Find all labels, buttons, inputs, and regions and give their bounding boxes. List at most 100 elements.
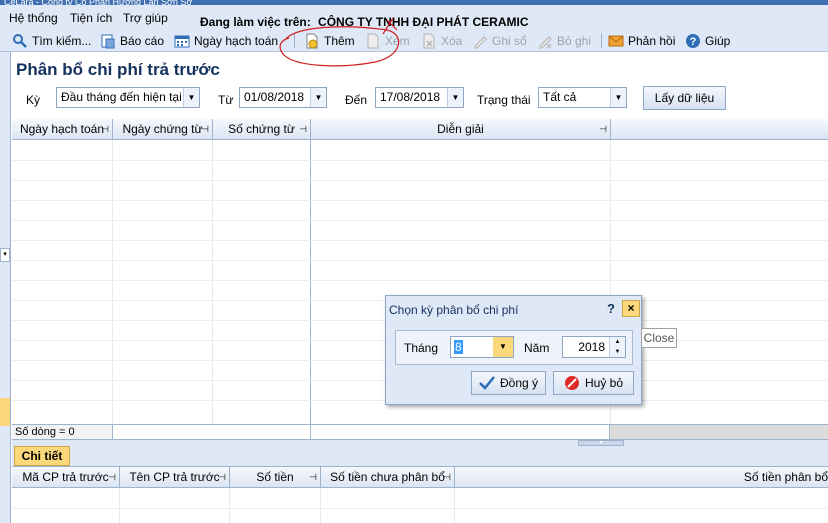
post-label: Ghi sổ [492,34,527,48]
column-header-posting-date[interactable]: Ngày hạch toán ⊣ [12,119,113,140]
dialog-help-button[interactable]: ? [607,301,615,316]
view-button[interactable]: Xem [365,32,410,50]
chevron-down-icon[interactable]: ▼ [183,88,199,107]
to-label: Đến [345,93,368,107]
pin-icon[interactable]: ⊣ [108,467,116,487]
fetch-data-label: Lấy dữ liệu [654,91,715,105]
status-select[interactable]: Tất cả ▼ [538,87,627,108]
toolbar-divider [294,33,295,48]
from-date-field[interactable]: 01/08/2018 ▼ [239,87,327,108]
pin-icon[interactable]: ⊣ [218,467,226,487]
unpost-button[interactable]: Bỏ ghi [537,32,591,50]
grid-row-line [12,180,828,181]
page-title: Phân bổ chi phí trả trước [16,60,220,79]
left-panel-highlight [0,398,10,426]
pin-icon[interactable]: ⊣ [309,467,317,487]
dialog-close-button[interactable]: × [622,300,640,317]
footer-cell [112,425,311,439]
column-header-description[interactable]: Diễn giải ⊣ [311,119,611,140]
detail-column-allocated[interactable]: Số tiền phân bổ [455,467,828,488]
pin-icon[interactable]: ⊣ [443,467,451,487]
period-label: Kỳ [26,93,41,107]
grid-row-line [12,508,828,509]
grid-column-line [112,140,113,425]
pin-icon[interactable]: ⊣ [101,119,109,139]
period-select[interactable]: Đầu tháng đến hiện tại ▼ [56,87,200,108]
svg-text:?: ? [690,36,697,48]
month-select[interactable]: 8 ▼ [450,336,514,358]
year-spinner[interactable]: 2018 ▲ ▼ [562,336,626,358]
grid-row-line [12,260,828,261]
to-date-field[interactable]: 17/08/2018 ▼ [375,87,464,108]
column-header-voucher-no[interactable]: Số chứng từ ⊣ [213,119,311,140]
column-header-label: Ngày hạch toán [19,122,105,136]
toolbar-divider [601,33,602,48]
pencil-icon [474,36,487,49]
unpost-label: Bỏ ghi [557,34,592,48]
cancel-button[interactable]: Huỷ bỏ [553,371,634,395]
footer-cell [610,425,828,439]
chevron-down-icon[interactable]: ▼ [447,88,463,107]
left-panel-edge[interactable]: ▾ [0,52,11,523]
detail-column-unallocated[interactable]: Số tiền chưa phân bổ ⊣ [321,467,455,488]
column-header-label: Số chứng từ [228,122,295,136]
add-document-icon [306,33,318,49]
column-header-label: Ngày chứng từ [122,122,203,136]
spin-down-icon[interactable]: ▼ [609,347,625,357]
view-label: Xem [385,34,410,48]
row-count: Số dòng = 0 [15,426,75,438]
search-button[interactable]: Tìm kiếm... [12,32,91,50]
detail-column-expense-code[interactable]: Mã CP trả trước ⊣ [12,467,120,488]
grid-column-line [119,488,120,523]
posting-date-button[interactable]: Ngày hạch toán [174,32,278,50]
fetch-data-button[interactable]: Lấy dữ liệu [643,86,726,110]
grid-column-line [454,488,455,523]
calendar-icon [174,35,190,48]
column-header-voucher-date[interactable]: Ngày chứng từ ⊣ [113,119,213,140]
add-button[interactable]: Thêm [304,32,355,50]
month-label: Tháng [404,341,439,355]
grid-column-line [310,140,311,425]
toolbar: Tìm kiếm... Báo cáo Ngày hạch toán Thêm … [0,29,828,52]
pin-icon[interactable]: ⊣ [201,119,209,139]
tab-detail[interactable]: Chi tiết [14,446,70,466]
grid-column-line [229,488,230,523]
column-header-label: Số tiền chưa phân bổ [330,470,445,484]
year-label: Năm [524,341,550,355]
column-header-empty [611,119,828,140]
grid-column-line [212,140,213,425]
chevron-down-icon[interactable]: ▼ [610,88,626,107]
menu-tien-ich[interactable]: Tiện ích [70,11,112,25]
workspace-label: Đang làm việc trên: CÔNG TY TNHH ĐẠI PHÁ… [200,15,529,29]
grid-row-line [12,280,828,281]
workspace-prefix: Đang làm việc trên: [200,15,311,29]
detail-column-amount[interactable]: Số tiền ⊣ [230,467,321,488]
delete-button[interactable]: Xóa [421,32,462,50]
feedback-label: Phản hồi [628,34,676,48]
grid-footer: Số dòng = 0 [12,424,828,440]
menu-tro-giup[interactable]: Trợ giúp [123,11,168,25]
month-value: 8 [454,340,463,354]
menu-he-thong[interactable]: Hệ thống [9,11,58,25]
post-button[interactable]: Ghi sổ [472,32,527,50]
search-label: Tìm kiếm... [32,34,92,48]
chevron-down-icon[interactable]: ▼ [310,88,326,107]
report-label: Báo cáo [120,34,165,48]
column-header-label: Số tiền [256,470,294,484]
help-button[interactable]: ? Giúp [685,32,730,50]
spin-up-icon[interactable]: ▲ [609,337,625,347]
from-label: Từ [218,93,234,107]
chevron-down-icon[interactable]: ▼ [493,337,513,357]
pin-icon[interactable]: ⊣ [599,119,607,139]
feedback-button[interactable]: Phản hồi [608,32,675,50]
detail-column-expense-name[interactable]: Tên CP trả trước ⊣ [120,467,230,488]
report-button[interactable]: Báo cáo [100,32,164,50]
year-value: 2018 [578,340,605,354]
posting-date-label: Ngày hạch toán [194,34,279,48]
left-collapse-arrow-icon[interactable]: ▾ [0,248,10,262]
ok-button[interactable]: Đồng ý [471,371,546,395]
cancel-icon [564,376,579,390]
column-header-label: Mã CP trả trước [22,470,109,484]
pin-icon[interactable]: ⊣ [299,119,307,139]
company-name: CÔNG TY TNHH ĐẠI PHÁT CERAMIC [318,15,529,29]
